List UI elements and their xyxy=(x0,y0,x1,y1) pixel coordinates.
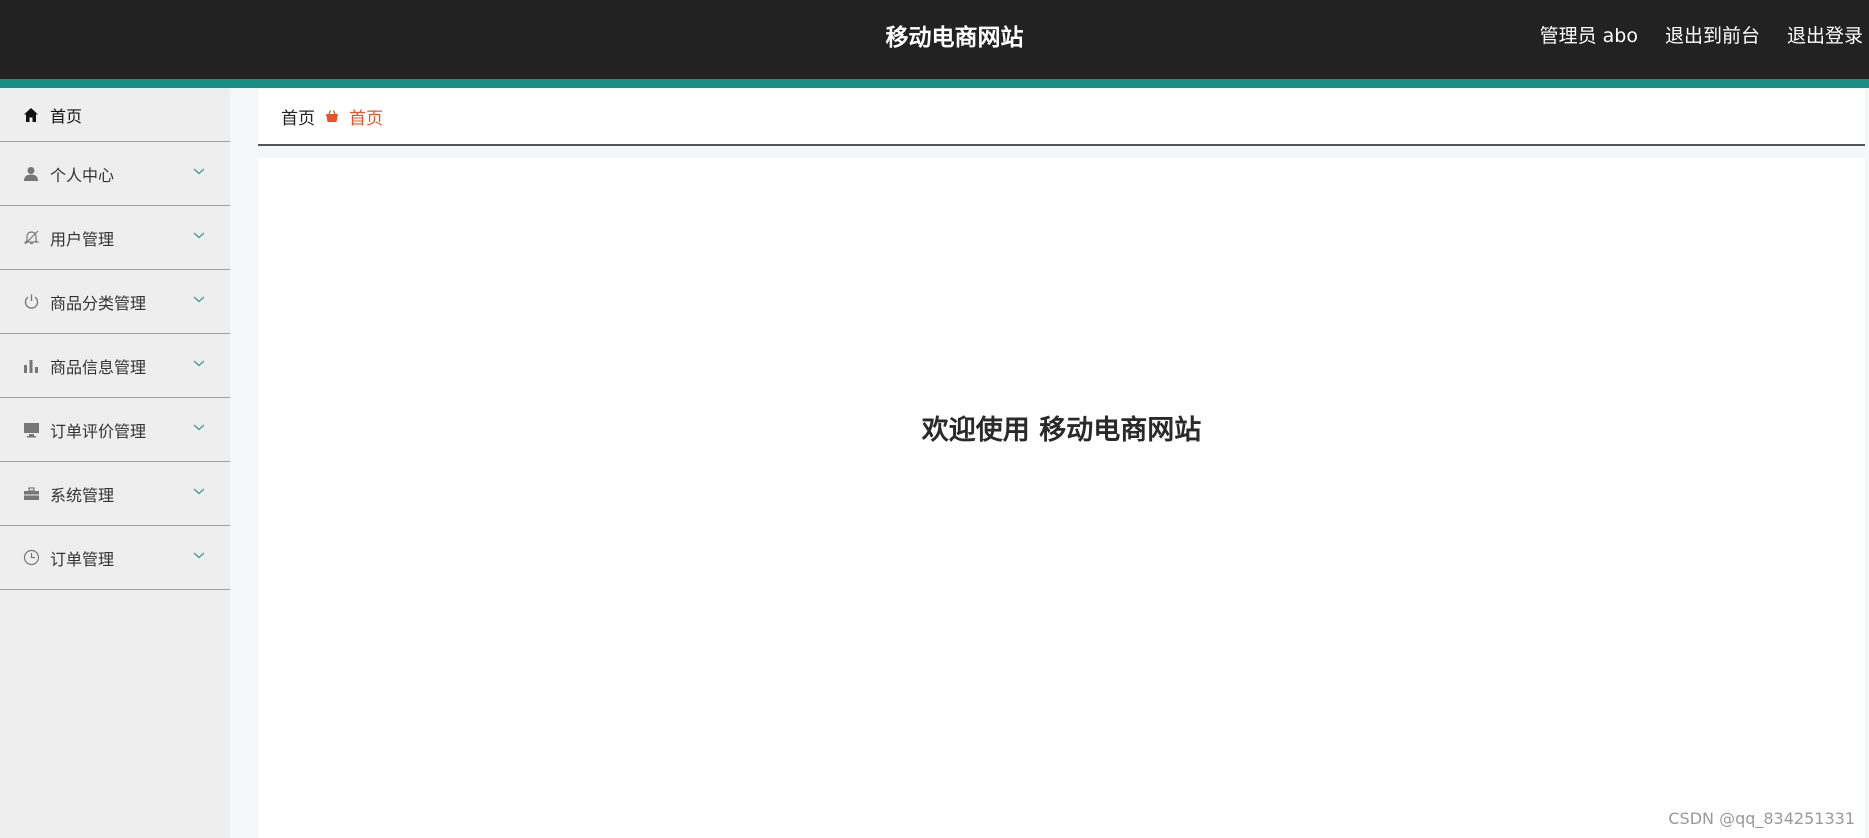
breadcrumb-current: 首页 xyxy=(349,108,383,129)
monitor-icon xyxy=(22,421,40,439)
content-area: 首页 首页 欢迎使用 移动电商网站 xyxy=(258,88,1865,838)
top-header: 移动电商网站 管理员 abo 退出到前台 退出登录 xyxy=(0,0,1869,79)
chevron-down-icon xyxy=(193,232,205,239)
breadcrumb-home-link[interactable]: 首页 xyxy=(281,104,315,129)
chevron-down-icon xyxy=(193,360,205,367)
sidebar-item-review-management[interactable]: 订单评价管理 xyxy=(0,398,230,462)
header-actions: 管理员 abo 退出到前台 退出登录 xyxy=(1540,21,1863,48)
chevron-down-icon xyxy=(193,168,205,175)
sidebar: 首页 个人中心 用户管理 商品分类管理 商品信息管理 订单评价管理 系统管理 订… xyxy=(0,88,230,838)
sidebar-item-label: 用户管理 xyxy=(50,229,115,249)
chevron-down-icon xyxy=(193,424,205,431)
basket-icon xyxy=(325,109,339,123)
power-icon xyxy=(22,293,40,311)
welcome-message: 欢迎使用 移动电商网站 xyxy=(921,415,1202,446)
sidebar-item-personal-center[interactable]: 个人中心 xyxy=(0,142,230,206)
sidebar-item-user-management[interactable]: 用户管理 xyxy=(0,206,230,270)
sidebar-item-label: 订单管理 xyxy=(50,549,115,569)
admin-user-label[interactable]: 管理员 abo xyxy=(1540,21,1638,48)
bell-off-icon xyxy=(22,229,40,247)
sidebar-item-system-management[interactable]: 系统管理 xyxy=(0,462,230,526)
home-icon xyxy=(22,106,40,124)
sidebar-item-label: 订单评价管理 xyxy=(50,421,147,441)
main-panel: 欢迎使用 移动电商网站 xyxy=(258,158,1865,838)
chevron-down-icon xyxy=(193,296,205,303)
user-icon xyxy=(22,165,40,183)
sidebar-item-category-management[interactable]: 商品分类管理 xyxy=(0,270,230,334)
watermark: CSDN @qq_834251331 xyxy=(1668,809,1855,828)
sidebar-item-home[interactable]: 首页 xyxy=(0,88,230,142)
back-to-front-link[interactable]: 退出到前台 xyxy=(1665,21,1760,48)
sidebar-item-product-management[interactable]: 商品信息管理 xyxy=(0,334,230,398)
sidebar-item-label: 首页 xyxy=(50,106,83,126)
chevron-down-icon xyxy=(193,488,205,495)
clock-icon xyxy=(22,549,40,567)
logout-link[interactable]: 退出登录 xyxy=(1787,21,1863,48)
sidebar-item-label: 商品分类管理 xyxy=(50,293,147,313)
briefcase-icon xyxy=(22,485,40,503)
sidebar-item-label: 个人中心 xyxy=(50,165,115,185)
sidebar-item-label: 商品信息管理 xyxy=(50,357,147,377)
bar-chart-icon xyxy=(22,357,40,375)
chevron-down-icon xyxy=(193,552,205,559)
sidebar-item-order-management[interactable]: 订单管理 xyxy=(0,526,230,590)
sidebar-item-label: 系统管理 xyxy=(50,485,115,505)
breadcrumb: 首页 首页 xyxy=(258,88,1865,146)
header-accent-bar xyxy=(0,79,1869,88)
